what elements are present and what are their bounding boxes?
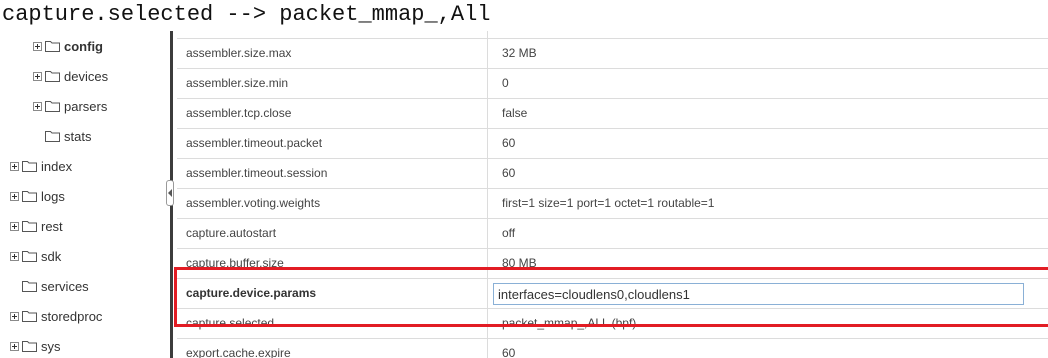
table-row[interactable]: assembler.size.max 32 MB	[177, 39, 1048, 69]
tree-item-label: index	[41, 158, 73, 174]
config-value: 60	[502, 136, 516, 150]
column-separator	[487, 309, 488, 338]
config-value: first=1 size=1 port=1 octet=1 routable=1	[502, 196, 715, 210]
table-row[interactable]: capture.selected packet_mmap_,ALL (bpf)	[177, 309, 1048, 339]
folder-icon	[45, 131, 60, 142]
expand-icon[interactable]	[10, 221, 19, 231]
expand-icon[interactable]	[33, 71, 42, 81]
tree-item-storedproc[interactable]: storedproc	[10, 301, 102, 331]
folder-icon	[22, 251, 37, 262]
tree-item-label: sys	[41, 338, 61, 354]
table-row[interactable]: assembler.size.min 0	[177, 69, 1048, 99]
column-separator	[487, 159, 488, 188]
column-separator	[487, 39, 488, 68]
config-key: capture.autostart	[186, 226, 277, 240]
folder-icon	[22, 191, 37, 202]
tree-item-label: stats	[64, 128, 92, 144]
expand-icon[interactable]	[33, 41, 42, 51]
config-key: capture.buffer.size	[186, 256, 284, 270]
folder-icon	[22, 161, 37, 172]
tree-item-label: sdk	[41, 248, 62, 264]
table-row-editing[interactable]: capture.device.params	[177, 279, 1048, 309]
tree-item-stats[interactable]: stats	[45, 121, 91, 151]
tree-item-sys[interactable]: sys	[10, 331, 61, 358]
table-row[interactable]: capture.autostart off	[177, 219, 1048, 249]
config-value: 0	[502, 76, 509, 90]
column-separator	[487, 129, 488, 158]
config-value-input[interactable]	[493, 283, 1024, 305]
tree-item-services[interactable]: services	[22, 271, 89, 301]
tree-item-label: logs	[41, 188, 65, 204]
expand-icon[interactable]	[10, 251, 19, 261]
table-row[interactable]: assembler.timeout.packet 60	[177, 129, 1048, 159]
tree-item-parsers[interactable]: parsers	[33, 91, 107, 121]
tree-item-index[interactable]: index	[10, 151, 72, 181]
tree-item-label: rest	[41, 218, 63, 234]
config-key: assembler.session.pool	[186, 31, 476, 38]
config-table: assembler.session.pool 350000 assembler.…	[177, 31, 1048, 358]
annotation-headline: capture.selected --> packet_mmap_,All	[2, 2, 491, 27]
tree-item-label: parsers	[64, 98, 108, 114]
expand-icon[interactable]	[33, 101, 42, 111]
table-row[interactable]: assembler.voting.weights first=1 size=1 p…	[177, 189, 1048, 219]
folder-icon	[45, 41, 60, 52]
collapse-sidebar-handle[interactable]	[166, 180, 174, 206]
config-value: off	[502, 226, 516, 240]
config-key: assembler.size.min	[186, 76, 289, 90]
expand-icon[interactable]	[10, 161, 19, 171]
table-row[interactable]: export.cache.expire 60	[177, 339, 1048, 358]
tree-item-label: storedproc	[41, 308, 103, 324]
column-separator	[487, 339, 488, 358]
table-row[interactable]: assembler.timeout.session 60	[177, 159, 1048, 189]
config-key: assembler.tcp.close	[186, 106, 292, 120]
config-key: assembler.voting.weights	[186, 196, 321, 210]
config-value: false	[502, 106, 528, 120]
tree-item-label: services	[41, 278, 89, 294]
folder-icon	[45, 101, 60, 112]
config-value: 60	[502, 166, 516, 180]
table-row[interactable]: capture.buffer.size 80 MB	[177, 249, 1048, 279]
column-separator	[487, 219, 488, 248]
tree-item-rest[interactable]: rest	[10, 211, 63, 241]
folder-icon	[22, 221, 37, 232]
tree-item-label: config	[64, 38, 103, 54]
column-separator	[487, 249, 488, 278]
expand-icon[interactable]	[10, 341, 19, 351]
tree-item-config[interactable]: config	[33, 31, 103, 61]
config-key: capture.device.params	[186, 286, 317, 300]
column-separator	[487, 31, 488, 38]
tree-item-sdk[interactable]: sdk	[10, 241, 61, 271]
table-row[interactable]: assembler.session.pool 350000	[177, 31, 1048, 39]
config-tree-sidebar: config devices parsers stats index logs rest sd…	[0, 31, 160, 358]
config-value: 60	[502, 346, 516, 358]
config-key: assembler.size.max	[186, 46, 292, 60]
folder-icon	[22, 311, 37, 322]
folder-icon	[22, 281, 37, 292]
config-key: assembler.timeout.packet	[186, 136, 323, 150]
column-separator	[487, 189, 488, 218]
folder-icon	[45, 71, 60, 82]
config-value: 350000	[502, 31, 1042, 38]
tree-item-label: devices	[64, 68, 109, 84]
folder-icon	[22, 341, 37, 352]
expand-icon[interactable]	[10, 191, 19, 201]
table-row[interactable]: assembler.tcp.close false	[177, 99, 1048, 129]
expand-icon[interactable]	[10, 311, 19, 321]
config-value: 32 MB	[502, 46, 537, 60]
config-value: packet_mmap_,ALL (bpf)	[502, 316, 637, 330]
config-key: assembler.timeout.session	[186, 166, 328, 180]
tree-item-devices[interactable]: devices	[33, 61, 108, 91]
column-separator	[487, 69, 488, 98]
config-key: capture.selected	[186, 316, 275, 330]
column-separator	[487, 99, 488, 128]
tree-item-logs[interactable]: logs	[10, 181, 65, 211]
config-key: export.cache.expire	[186, 346, 291, 358]
config-value: 80 MB	[502, 256, 537, 270]
column-separator	[487, 279, 488, 308]
